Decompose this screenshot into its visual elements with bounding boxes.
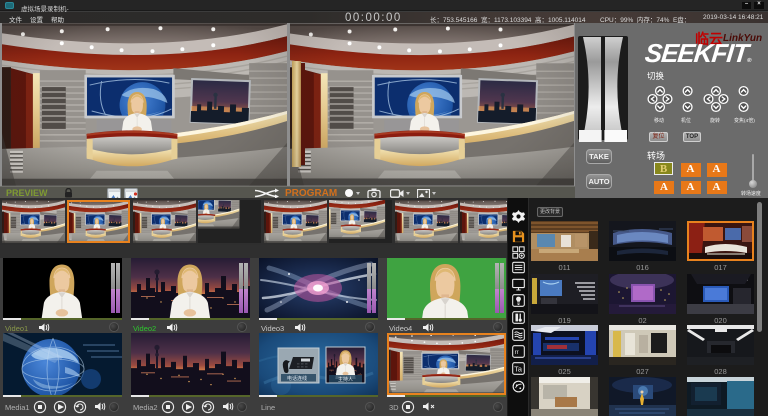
svg-text:rr: rr xyxy=(515,350,519,356)
svg-text:Ta: Ta xyxy=(514,365,523,374)
